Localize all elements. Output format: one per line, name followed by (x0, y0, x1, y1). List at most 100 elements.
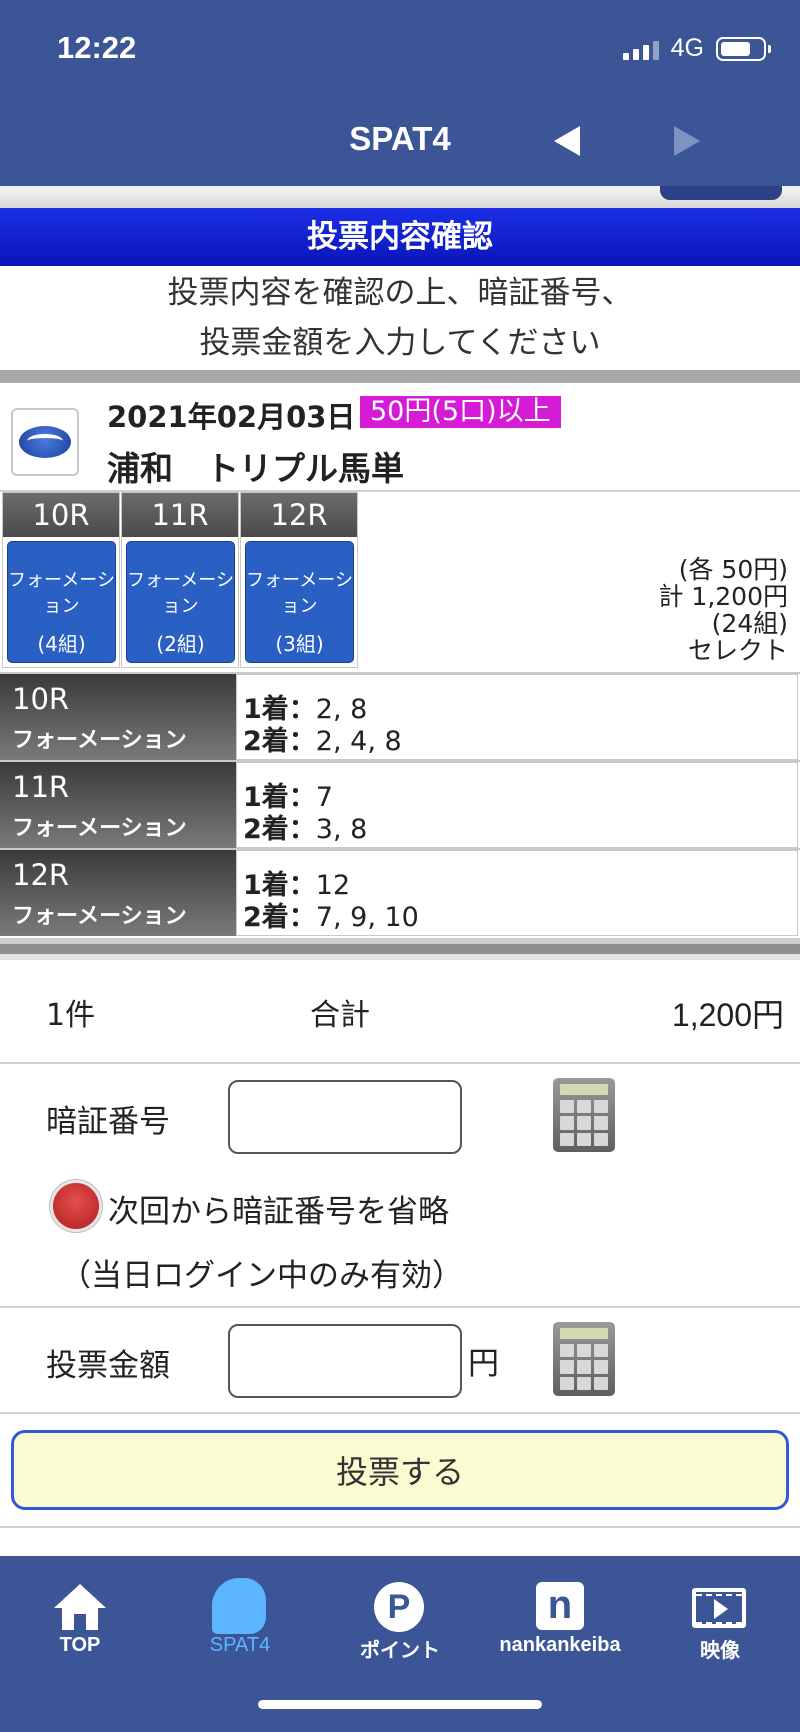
calculator-icon[interactable] (553, 1322, 615, 1396)
second-place-line: 2着：3, 8 (243, 807, 367, 846)
formation-button[interactable]: フォーメーション (3組) (245, 541, 354, 663)
detail-selections: 1着：12 2着：7, 9, 10 (236, 850, 798, 936)
second-place-values: 7, 9, 10 (315, 902, 419, 933)
divider (0, 938, 800, 960)
detail-race: 11R (12, 770, 70, 804)
tab-spat4[interactable]: SPAT4 (160, 1570, 320, 1657)
tab-label: ポイント (360, 1640, 440, 1662)
formation-button[interactable]: フォーメーション (2組) (126, 541, 235, 663)
detail-label: 12R フォーメーション (0, 850, 236, 936)
second-place-values: 3, 8 (315, 814, 368, 845)
detail-row: 10R フォーメーション 1着：2, 8 2着：2, 4, 8 (0, 672, 800, 760)
bet-summary: (各 50円) 計 1,200円 (24組) セレクト (658, 556, 788, 664)
race-date: 2021年02月03日 (107, 400, 356, 434)
home-icon (54, 1584, 106, 1630)
tab-label: 映像 (700, 1640, 740, 1662)
instruction-line: 投票内容を確認の上、暗証番号、 (167, 275, 633, 311)
race-tab-12r: 12R フォーメーション (3組) (240, 492, 358, 668)
remember-pin-label: 次回から暗証番号を省略 (108, 1194, 449, 1230)
tab-point[interactable]: P ポイント (320, 1570, 480, 1663)
tab-nankankeiba[interactable]: n nankankeiba (480, 1570, 640, 1657)
race-tab-10r: 10R フォーメーション (4組) (2, 492, 120, 668)
second-place-label: 2着： (243, 814, 316, 845)
second-place-values: 2, 4, 8 (315, 726, 402, 757)
detail-label: 11R フォーメーション (0, 762, 236, 848)
total-count: 1件 (46, 998, 96, 1033)
combo-count: (2組) (156, 632, 205, 656)
race-tab-head: 10R (3, 493, 119, 537)
signal-icon (622, 38, 659, 60)
divider (0, 1526, 800, 1528)
second-place-label: 2着： (243, 726, 316, 757)
detail-type: フォーメーション (12, 904, 187, 929)
total-label: 合計 (310, 998, 370, 1033)
race-name: 浦和 トリプル馬単 (107, 449, 404, 488)
peek-button[interactable] (660, 186, 782, 200)
home-indicator[interactable] (258, 1700, 542, 1709)
tab-label: SPAT4 (209, 1634, 271, 1656)
formation-label: フォーメーション (8, 570, 115, 617)
second-place-line: 2着：7, 9, 10 (243, 895, 419, 934)
calculator-icon[interactable] (553, 1078, 615, 1152)
tab-label: TOP (59, 1634, 101, 1656)
race-tab-11r: 11R フォーメーション (2組) (121, 492, 239, 668)
divider (0, 1412, 800, 1414)
divider (0, 1306, 800, 1308)
detail-label: 10R フォーメーション (0, 674, 236, 760)
point-icon: P (374, 1582, 424, 1632)
remember-pin-radio[interactable] (50, 1180, 102, 1232)
amount-label: 投票金額 (46, 1348, 170, 1384)
second-place-line: 2着：2, 4, 8 (243, 719, 402, 758)
detail-type: フォーメーション (12, 816, 187, 841)
race-tab-head: 12R (241, 493, 357, 537)
tab-label: nankankeiba (499, 1634, 621, 1656)
status-indicators: 4G (622, 34, 771, 63)
formation-label: フォーメーション (127, 570, 234, 617)
instruction-line: 投票金額を入力してください (199, 325, 601, 361)
top-bar: 12:22 4G SPAT4 (0, 0, 800, 186)
formation-label: フォーメーション (246, 570, 353, 617)
n-icon: n (536, 1582, 584, 1630)
detail-race: 12R (12, 858, 70, 892)
divider (0, 490, 800, 492)
summary-each: (各 50円) (678, 555, 788, 584)
tab-top[interactable]: TOP (0, 1570, 160, 1657)
network-type: 4G (670, 34, 704, 62)
second-place-label: 2着： (243, 902, 316, 933)
min-bet-badge: 50円(5口)以上 (360, 396, 561, 428)
detail-race: 10R (12, 682, 70, 716)
battery-icon (716, 36, 771, 61)
video-icon (692, 1588, 746, 1628)
detail-type: フォーメーション (12, 728, 187, 753)
race-logo-icon (11, 408, 79, 476)
detail-selections: 1着：7 2着：3, 8 (236, 762, 798, 848)
formation-button[interactable]: フォーメーション (4組) (7, 541, 116, 663)
detail-selections: 1着：2, 8 2着：2, 4, 8 (236, 674, 798, 760)
combo-count: (3組) (275, 632, 324, 656)
section-header: 投票内容確認 (0, 208, 800, 266)
arrow-left-icon[interactable] (554, 126, 580, 156)
divider (0, 1062, 800, 1064)
detail-row: 11R フォーメーション 1着：7 2着：3, 8 (0, 760, 800, 848)
pin-input[interactable] (228, 1080, 462, 1154)
detail-row: 12R フォーメーション 1着：12 2着：7, 9, 10 (0, 848, 800, 936)
amount-unit: 円 (468, 1346, 499, 1382)
amount-input[interactable] (228, 1324, 462, 1398)
submit-vote-button[interactable]: 投票する (11, 1430, 789, 1510)
arrow-right-icon[interactable] (674, 126, 700, 156)
divider (0, 370, 800, 383)
tab-video[interactable]: 映像 (640, 1570, 800, 1663)
total-row: 1件 合計 1,200円 (0, 980, 800, 1060)
summary-combos: (24組) (711, 609, 788, 638)
summary-mode: セレクト (687, 636, 788, 665)
summary-total: 計 1,200円 (658, 582, 788, 611)
status-time: 12:22 (57, 30, 137, 65)
race-tab-head: 11R (122, 493, 238, 537)
pin-label: 暗証番号 (46, 1104, 170, 1140)
combo-count: (4組) (37, 632, 86, 656)
horse-icon (212, 1578, 266, 1634)
screen: 12:22 4G SPAT4 投票内容確認 投票内容を確認の上、暗証番号、 投票… (0, 0, 800, 1732)
remember-pin-note: （当日ログイン中のみ有効） (60, 1258, 463, 1294)
instructions: 投票内容を確認の上、暗証番号、 投票金額を入力してください (0, 268, 800, 368)
total-amount: 1,200円 (671, 997, 784, 1033)
